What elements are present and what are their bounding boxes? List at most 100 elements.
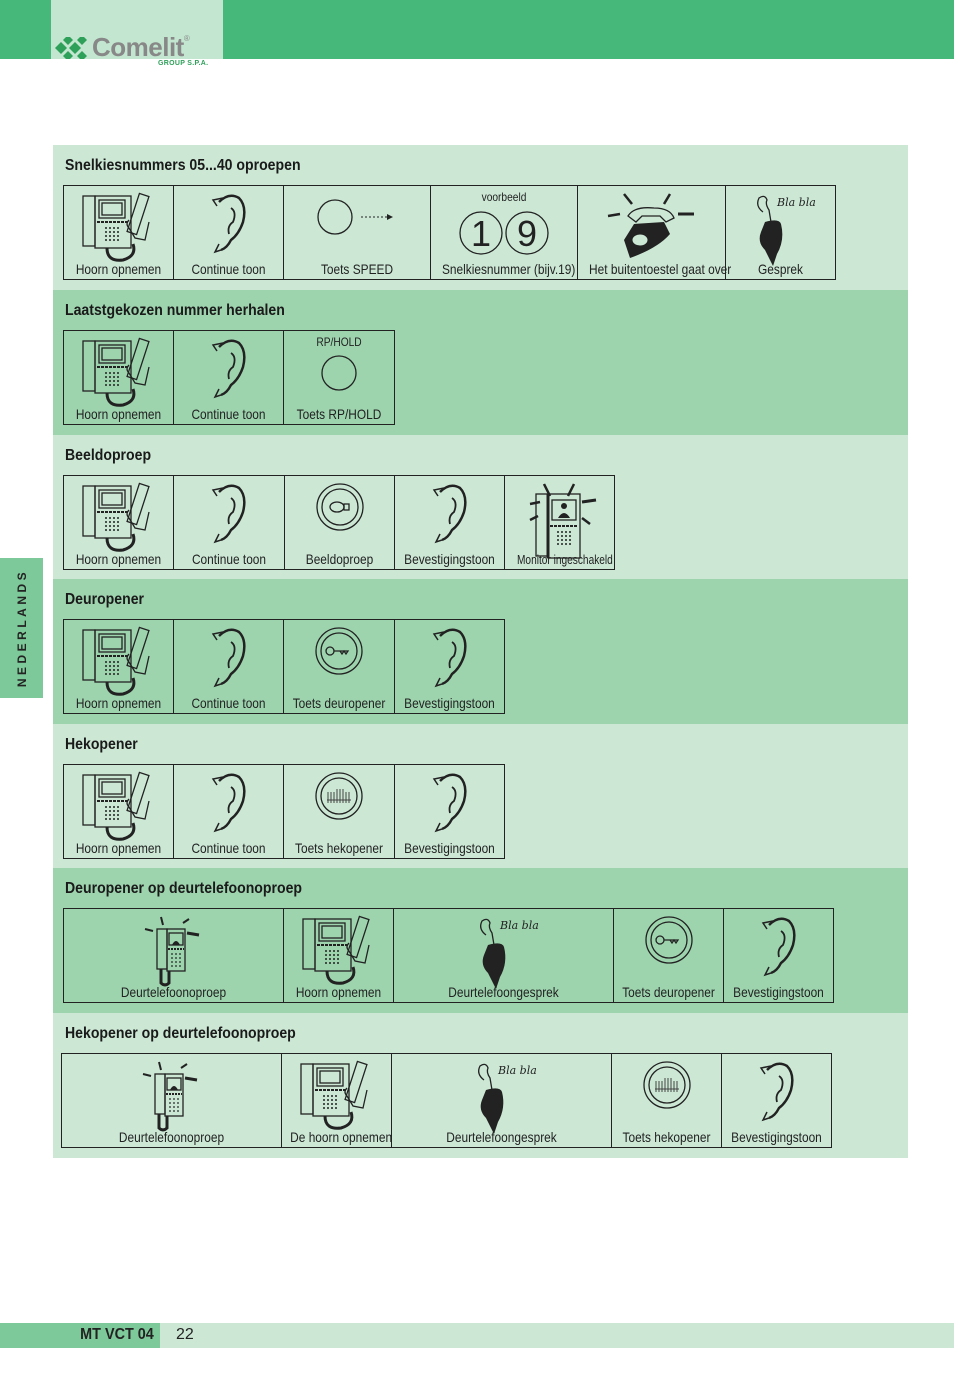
- step-label: Snelkiesnummer (bijv.19): [441, 261, 576, 277]
- page-number: 22: [176, 1326, 194, 1343]
- step-label: Deurtelefoongesprek: [448, 984, 559, 1000]
- brand-subtitle: GROUP S.P.A.: [158, 60, 209, 67]
- monitor-handset-icon: [297, 1060, 377, 1137]
- step-label: Bevestigingstoon: [731, 1129, 822, 1145]
- ear-icon: [209, 482, 249, 549]
- monitor-handset-icon: [79, 192, 159, 269]
- speech-bubble-text: Bla bla: [776, 196, 816, 209]
- ear-icon: [430, 482, 470, 549]
- procedure-section: Hekopener Hoorn opnemen Continue toon To…: [53, 724, 908, 869]
- step-cell: Het buitentoestel gaat over: [578, 186, 732, 279]
- step-label: Hoorn opnemen: [75, 840, 162, 856]
- digit: 1: [471, 213, 491, 254]
- section-title: Hekopener: [65, 736, 138, 753]
- step-label: Continue toon: [191, 551, 267, 567]
- step-cell: Bevestigingstoon: [395, 765, 504, 858]
- step-cell: Continue toon: [174, 186, 284, 279]
- step-cell: Toets deuropener: [614, 909, 724, 1002]
- step-label: Bevestigingstoon: [404, 840, 495, 856]
- step-cell: voorbeeld 1 9 Snelkiesnummer (bijv.19): [431, 186, 578, 279]
- speed-button-icon: [317, 192, 397, 247]
- ear-icon: [209, 771, 249, 838]
- step-cell: Toets hekopener: [284, 765, 395, 858]
- procedure-section: Deuropener Hoorn opnemen Continue toon T…: [53, 579, 908, 724]
- step-label: Deurtelefoonoproep: [120, 984, 227, 1000]
- footer-bar: MT VCT 04 22: [0, 1323, 954, 1348]
- procedure-section: Hekopener op deurtelefoonoproep Deurtele…: [53, 1013, 908, 1158]
- brand-name: Comelit: [92, 32, 184, 62]
- step-cell: Bevestigingstoon: [724, 909, 833, 1002]
- comelit-logo: Comelit ®: [53, 32, 190, 63]
- section-title: Snelkiesnummers 05...40 oproepen: [65, 157, 301, 174]
- step-label: Hoorn opnemen: [75, 551, 162, 567]
- step-label: Toets hekopener: [294, 840, 384, 856]
- step-cell: Continue toon: [174, 765, 284, 858]
- monitor-handset-icon: [79, 771, 159, 848]
- step-label: Bevestigingstoon: [404, 695, 495, 711]
- step-sequence: Deurtelefoonoproep Hoorn opnemen Bla bla…: [63, 908, 834, 1003]
- step-cell: Hoorn opnemen: [64, 331, 174, 424]
- step-sequence: Deurtelefoonoproep De hoorn opnemen Bla …: [61, 1053, 832, 1148]
- step-cell: De hoorn opnemen: [282, 1054, 392, 1147]
- ear-icon: [209, 626, 249, 693]
- button-circle-icon: [319, 353, 359, 398]
- language-tab: NEDERLANDS: [0, 558, 43, 698]
- key-button-icon: [314, 626, 364, 681]
- step-sequence: Hoorn opnemen Continue toon Toets SPEED v…: [63, 185, 836, 280]
- step-label: Beeldoproep: [305, 551, 374, 567]
- gate-button-icon: [642, 1060, 692, 1115]
- doc-code: MT VCT 04: [80, 1326, 154, 1343]
- registered-mark: ®: [183, 34, 190, 43]
- step-label: Deurtelefoonoproep: [118, 1129, 225, 1145]
- step-label: Toets SPEED: [320, 261, 394, 277]
- step-cell: Monitor ingeschakeld: [505, 476, 614, 569]
- step-label: Hoorn opnemen: [75, 695, 162, 711]
- step-cell: Continue toon: [174, 620, 284, 713]
- step-sequence: Hoorn opnemen Continue toon Beeldoproep …: [63, 475, 615, 570]
- step-label: Deurtelefoongesprek: [446, 1129, 557, 1145]
- step-label: Continue toon: [191, 406, 266, 422]
- procedure-section: Laatstgekozen nummer herhalen Hoorn opne…: [53, 290, 908, 435]
- procedure-section: Beeldoproep Hoorn opnemen Continue toon …: [53, 435, 908, 580]
- step-cell: Bevestigingstoon: [395, 620, 504, 713]
- procedure-section: Deuropener op deurtelefoonoproep Deurtel…: [53, 868, 908, 1013]
- step-label: Toets RP/HOLD: [296, 406, 382, 422]
- step-cell: Toets SPEED: [284, 186, 431, 279]
- monitor-handset-icon: [299, 915, 379, 992]
- step-cell: Beeldoproep: [285, 476, 395, 569]
- step-cell: Deurtelefoonoproep: [62, 1054, 282, 1147]
- step-sequence: Hoorn opnemen Continue toon RP/HOLD Toets …: [63, 330, 395, 425]
- bulb-button-icon: [315, 482, 365, 537]
- step-label: Continue toon: [191, 840, 266, 856]
- ear-icon: [759, 915, 799, 982]
- comelit-mark-icon: [55, 36, 87, 59]
- procedure-section: Snelkiesnummers 05...40 oproepen Hoorn o…: [53, 145, 908, 290]
- step-cell: Bla bla Deurtelefoongesprek: [392, 1054, 612, 1147]
- section-title: Deuropener: [65, 591, 145, 608]
- step-label: Monitor ingeschakeld: [516, 552, 613, 567]
- monitor-handset-icon: [79, 482, 159, 559]
- step-label: Toets hekopener: [622, 1129, 711, 1145]
- ear-icon: [209, 192, 249, 259]
- language-label: NEDERLANDS: [14, 568, 29, 688]
- digit: 9: [517, 213, 537, 254]
- footer-code-box: MT VCT 04: [0, 1323, 160, 1348]
- ringing-phone-icon: [604, 192, 700, 267]
- step-cell: Bevestigingstoon: [722, 1054, 831, 1147]
- step-cell: Toets deuropener: [284, 620, 395, 713]
- step-cell: Continue toon: [174, 476, 285, 569]
- step-label: Hoorn opnemen: [75, 261, 162, 277]
- ear-icon: [430, 771, 470, 838]
- step-label: Hoorn opnemen: [295, 984, 382, 1000]
- digits-icon: 1 9: [454, 208, 554, 263]
- step-cell: Hoorn opnemen: [64, 765, 174, 858]
- ear-icon: [430, 626, 470, 693]
- step-cell: Bla bla Deurtelefoongesprek: [394, 909, 614, 1002]
- section-title: Deuropener op deurtelefoonoproep: [65, 880, 303, 897]
- monitor-handset-icon: [79, 626, 159, 703]
- step-label: Gesprek: [758, 261, 803, 277]
- step-cell: Hoorn opnemen: [64, 186, 174, 279]
- step-label: Het buitentoestel gaat over: [589, 261, 732, 277]
- step-label: Hoorn opnemen: [75, 406, 162, 422]
- step-cell: Hoorn opnemen: [284, 909, 394, 1002]
